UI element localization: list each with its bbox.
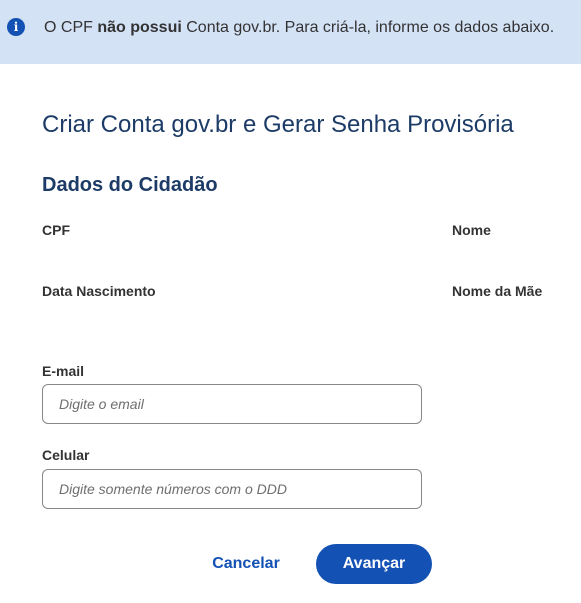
cpf-label: CPF: [42, 222, 70, 238]
cancel-button[interactable]: Cancelar: [196, 546, 296, 582]
alert-text-bold: não possui: [97, 19, 182, 36]
email-field[interactable]: [42, 384, 422, 424]
alert-text-before: O CPF: [44, 19, 98, 36]
alert-text-after: Conta gov.br. Para criá-la, informe os d…: [181, 19, 555, 36]
celular-field[interactable]: [42, 469, 422, 509]
email-label: E-mail: [42, 363, 85, 379]
alert-message: O CPF não possui Conta gov.br. Para criá…: [44, 18, 554, 38]
data-nascimento-label: Data Nascimento: [42, 283, 156, 299]
next-button[interactable]: Avançar: [316, 544, 432, 584]
celular-label: Celular: [42, 447, 90, 463]
nome-mae-label: Nome da Mãe: [452, 283, 543, 299]
nome-label: Nome: [452, 222, 491, 238]
info-icon: i: [7, 18, 25, 36]
section-title: Dados do Cidadão: [42, 174, 218, 196]
page-title: Criar Conta gov.br e Gerar Senha Provisó…: [42, 111, 514, 138]
info-alert: i O CPF não possui Conta gov.br. Para cr…: [0, 0, 581, 64]
